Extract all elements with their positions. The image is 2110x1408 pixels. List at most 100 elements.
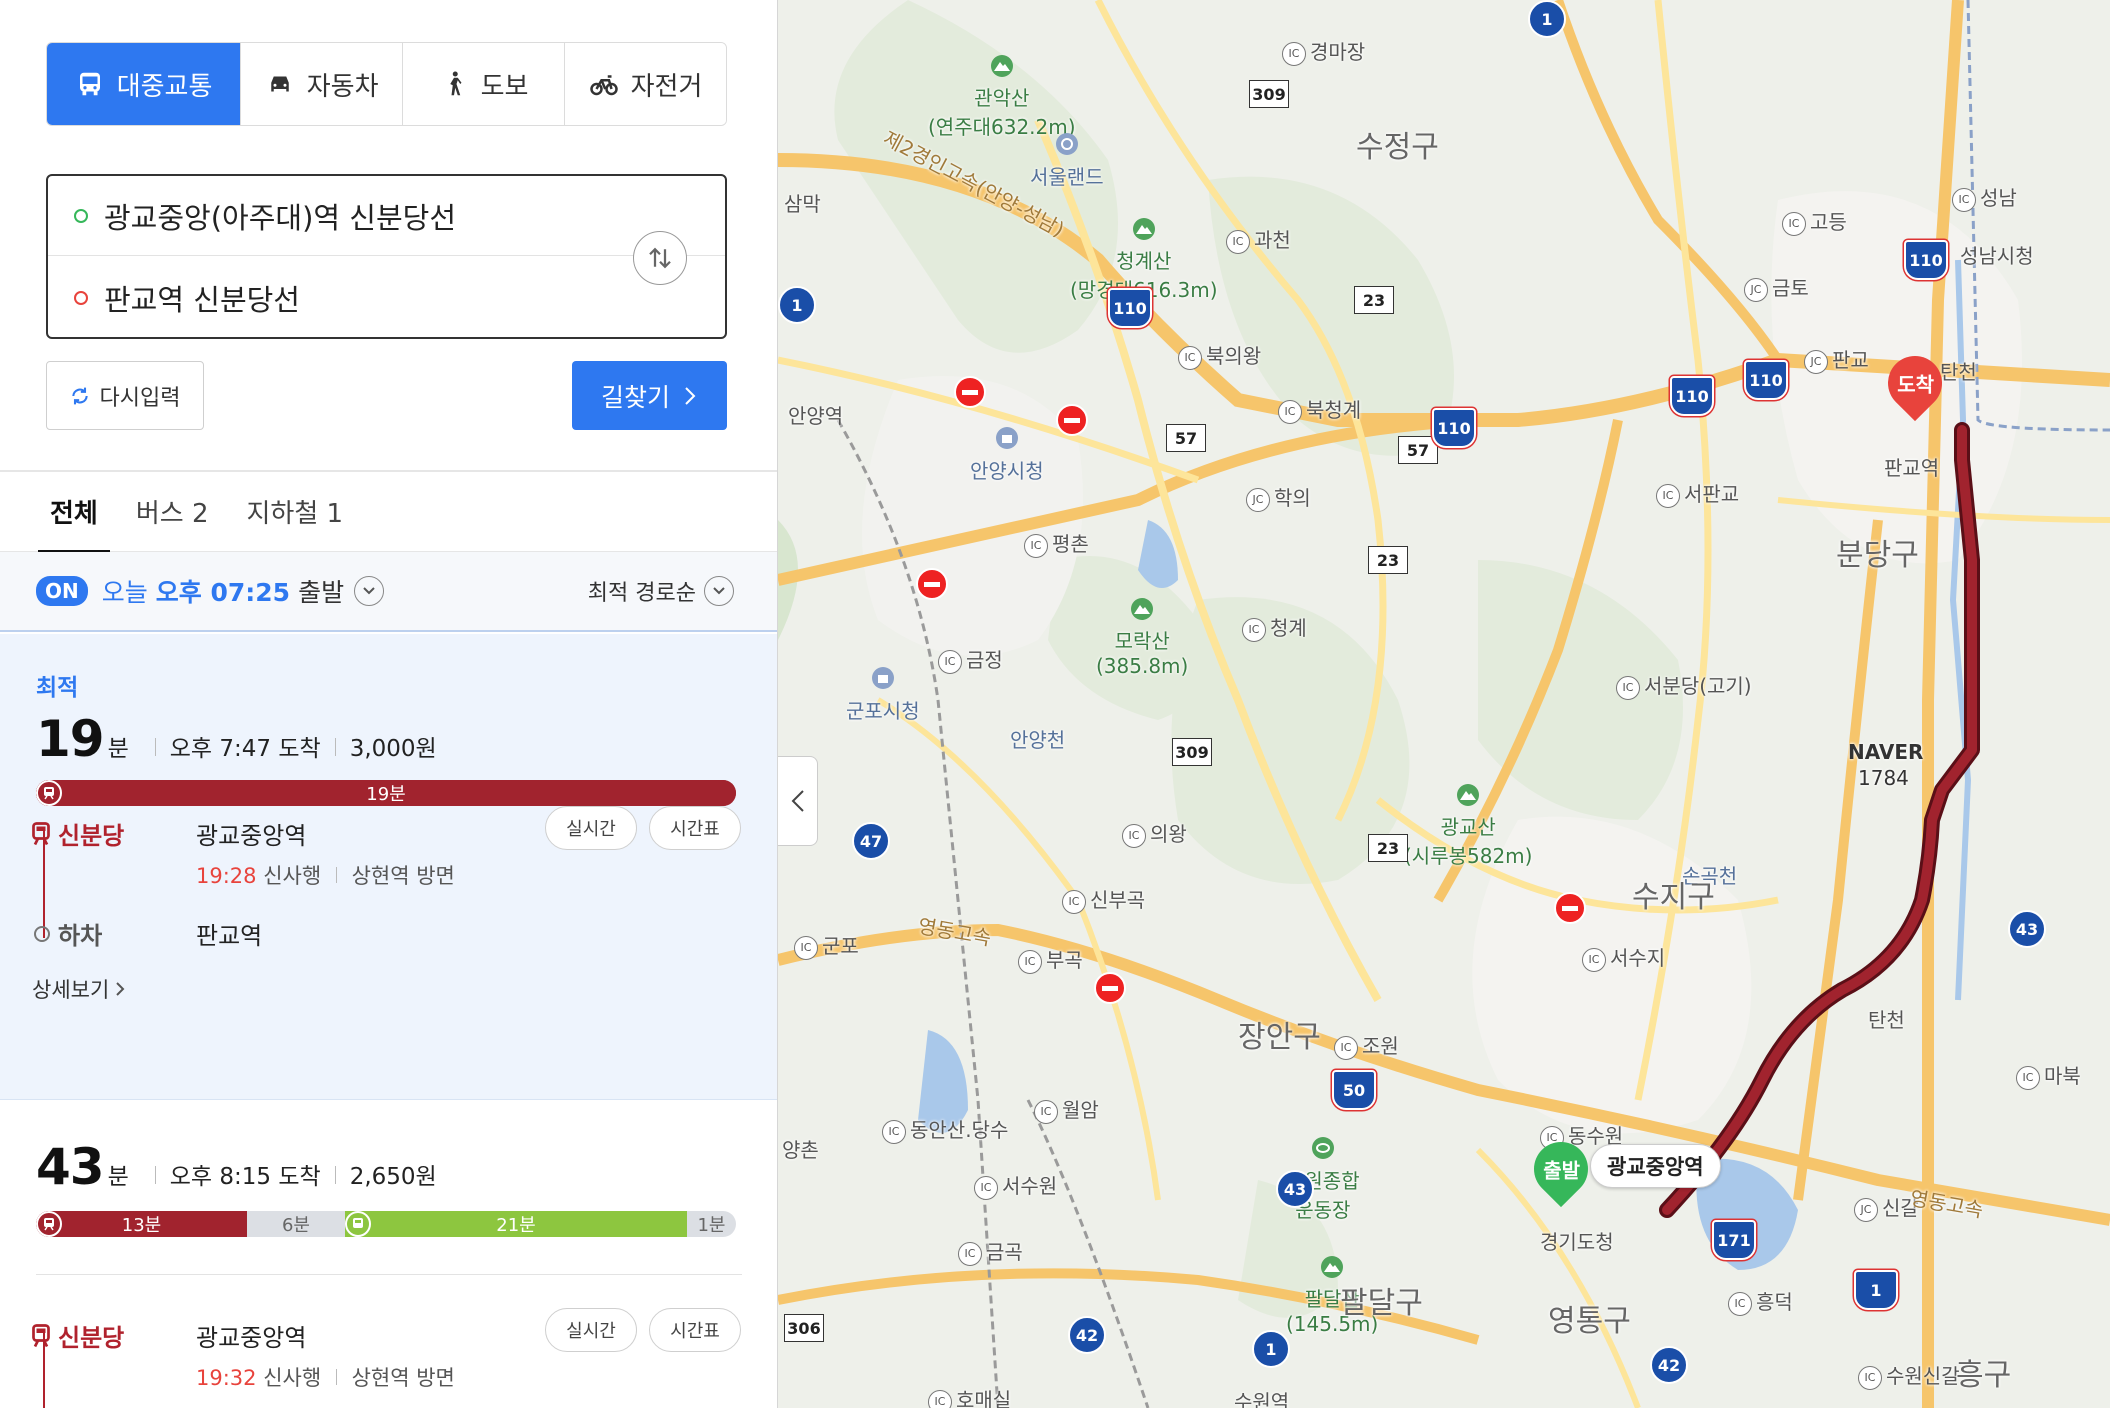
tab-all[interactable]: 전체 xyxy=(38,472,110,553)
details-link[interactable]: 상세보기 xyxy=(32,974,125,1004)
map-label-ic: IC 서분당(고기) xyxy=(1616,670,1752,700)
origin-value: 광교중앙(아주대)역 신분당선 xyxy=(104,200,457,235)
map-label-text: 흥덕 xyxy=(1756,1290,1793,1314)
map-label-poi: 서울랜드 xyxy=(1030,132,1104,190)
map-label-ic: IC 흥덕 xyxy=(1728,1286,1793,1316)
swap-button[interactable] xyxy=(633,231,687,285)
tab-bus[interactable]: 버스 2 xyxy=(136,493,209,530)
map-label-poi: 경기도청 xyxy=(1540,1230,1614,1254)
origin-field[interactable]: 광교중앙(아주대)역 신분당선 xyxy=(48,176,725,256)
alight-text: 하차 xyxy=(58,922,103,950)
map-label-text: 청계산 xyxy=(1116,249,1172,273)
train-time: 19:28 xyxy=(196,864,257,888)
destination-pin[interactable]: 도착 xyxy=(1876,344,1954,422)
map-label-ic: IC 평촌 xyxy=(1024,528,1089,558)
timeline-segment-bus: 21분 xyxy=(345,1211,687,1237)
realtime-button[interactable]: 실시간 xyxy=(545,1308,637,1352)
duration-minutes: 43 xyxy=(36,1138,105,1196)
origin-pin[interactable]: 출발 xyxy=(1522,1130,1600,1208)
origin-dot-icon xyxy=(74,208,88,223)
road-closed-icon xyxy=(1056,404,1088,436)
mode-transit-tab[interactable]: 대중교통 xyxy=(47,43,242,125)
road-closed-icon xyxy=(916,568,948,600)
national-road-43: 43 xyxy=(2008,910,2046,948)
map-label-ic: IC 과천 xyxy=(1226,224,1291,254)
map-label-station: 판교역 xyxy=(1884,456,1940,480)
alight-label: 하차 xyxy=(34,916,102,951)
sort-dropdown[interactable]: 최적 경로순 xyxy=(588,575,734,607)
mode-label: 도보 xyxy=(480,71,529,102)
stadium-icon xyxy=(1311,1137,1334,1159)
departure-time-row: ON 오늘 오후 07:25 출발 최적 경로순 xyxy=(0,552,777,632)
national-road-43: 43 xyxy=(1276,1170,1314,1208)
map-label-text: 동안산.당수 xyxy=(910,1118,1009,1142)
highway-shield-171: 171 xyxy=(1712,1220,1756,1260)
road-shield-23: 23 xyxy=(1368,834,1408,862)
mode-car-tab[interactable]: 자동차 xyxy=(241,43,404,125)
app-root: 대중교통 자동차 도보 자전거 광교중앙(아주대)역 신분당선 판교역 신분당선… xyxy=(0,0,2110,1408)
realtime-button[interactable]: 실시간 xyxy=(545,806,637,850)
map-view[interactable]: 관악산 (연주대632.2m) 서울랜드 청계산 (망경대616.3m) 수정구… xyxy=(778,0,2110,1408)
timetable-button[interactable]: 시간표 xyxy=(649,1308,741,1352)
map-label-text: 금정 xyxy=(966,648,1003,672)
separator xyxy=(334,1166,336,1184)
highway-shield-110: 110 xyxy=(1108,288,1152,328)
start-station-callout[interactable]: 광교중앙역 xyxy=(1590,1144,1721,1188)
separator xyxy=(154,1166,156,1184)
departure-day: 오늘 xyxy=(101,578,148,607)
route-card-2[interactable]: 43 분 오후 8:15 도착 2,650원 13분 6분 21분 1분 신분당… xyxy=(0,1100,777,1408)
map-label-poi: 안양시청 xyxy=(970,426,1044,484)
destination-field[interactable]: 판교역 신분당선 xyxy=(48,258,725,338)
national-road-1: 1 xyxy=(1528,0,1566,38)
mountain-icon xyxy=(1457,784,1480,806)
alight-station[interactable]: 판교역 xyxy=(196,916,262,951)
car-icon xyxy=(270,76,289,92)
destination-dot-icon xyxy=(74,291,88,305)
train-direction: 상현역 방면 xyxy=(351,864,455,888)
start-label: 출발 xyxy=(1542,1158,1580,1183)
duration-minutes: 19 xyxy=(36,710,105,768)
map-label-district: 흥구 xyxy=(1956,1358,2012,1393)
map-label-ic: IC 조원 xyxy=(1334,1030,1399,1060)
reset-button[interactable]: 다시입력 xyxy=(46,361,204,430)
map-label-place: 탄천 xyxy=(1868,1008,1905,1032)
map-label-text: 광교산 xyxy=(1440,815,1496,839)
route-timeline-bar: 19분 xyxy=(36,780,736,806)
chevron-left-icon xyxy=(791,790,804,812)
subway-icon xyxy=(36,1211,62,1237)
map-label-text: 군포시청 xyxy=(846,699,920,723)
map-label-text: 군포 xyxy=(822,934,859,958)
board-station[interactable]: 광교중앙역 xyxy=(196,816,306,851)
board-station[interactable]: 광교중앙역 xyxy=(196,1318,306,1353)
map-label-ic: IC 청계 xyxy=(1242,612,1307,642)
map-label-text: 서수원 xyxy=(1002,1174,1058,1198)
subway-icon xyxy=(32,1323,50,1347)
map-label-poi: 군포시청 xyxy=(846,666,920,724)
search-route-button[interactable]: 길찾기 xyxy=(572,361,727,430)
map-label-text: 마북 xyxy=(2044,1064,2081,1088)
map-label-text: 조원 xyxy=(1362,1034,1399,1058)
map-label-district: 팔달구 xyxy=(1340,1286,1423,1321)
bike-icon xyxy=(589,75,618,96)
timeline-segment-walk: 1분 xyxy=(697,1215,726,1236)
mode-walk-tab[interactable]: 도보 xyxy=(403,43,566,125)
route-card-1[interactable]: 최적 19 분 오후 7:47 도착 3,000원 19분 신분당 광교중앙역 xyxy=(0,634,777,1100)
national-road-1: 1 xyxy=(1252,1330,1290,1368)
map-label-text: 금토 xyxy=(1772,276,1809,300)
highway-shield-110: 110 xyxy=(1432,408,1476,448)
map-label-mountain: 모락산 (385.8m) xyxy=(1096,598,1188,678)
map-label-district: 영통구 xyxy=(1548,1304,1631,1339)
departure-on-badge[interactable]: ON xyxy=(36,576,88,606)
departure-dropdown-icon[interactable] xyxy=(354,576,385,606)
highway-shield-110: 110 xyxy=(1670,376,1714,416)
directions-panel: 대중교통 자동차 도보 자전거 광교중앙(아주대)역 신분당선 판교역 신분당선… xyxy=(0,0,778,1408)
collapse-panel-button[interactable] xyxy=(778,756,818,846)
route-summary: 19 분 오후 7:47 도착 3,000원 xyxy=(36,710,437,768)
departure-time[interactable]: 오후 07:25 xyxy=(156,573,290,609)
mode-label: 자동차 xyxy=(306,71,379,102)
tab-subway[interactable]: 지하철 1 xyxy=(247,493,344,530)
best-route-badge: 최적 xyxy=(36,675,79,701)
map-label-text: 판교 xyxy=(1832,348,1869,372)
mode-bike-tab[interactable]: 자전거 xyxy=(565,43,726,125)
timetable-button[interactable]: 시간표 xyxy=(649,806,741,850)
